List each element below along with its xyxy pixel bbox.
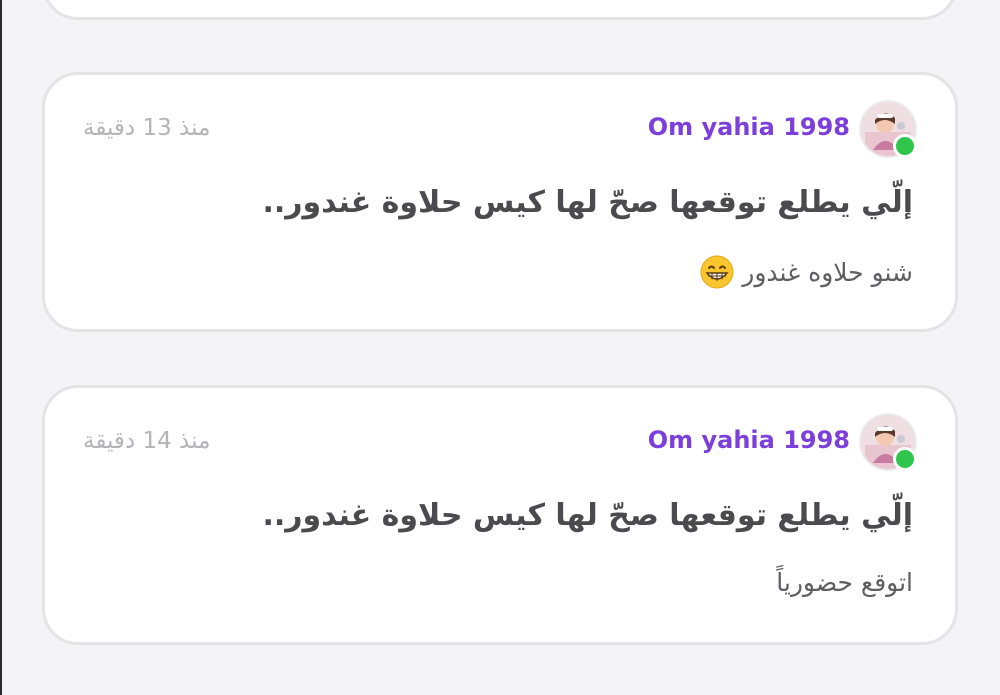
user-avatar[interactable] <box>859 413 917 471</box>
screen-left-edge <box>0 0 2 695</box>
grinning-face-emoji-icon <box>700 255 734 289</box>
comment-text: اتوقع حضورياً <box>776 568 913 597</box>
latest-comment[interactable]: اتوقع حضورياً <box>776 568 913 597</box>
username-link[interactable]: Om yahia 1998 <box>648 113 850 141</box>
online-status-dot <box>893 447 917 471</box>
online-status-dot <box>893 134 917 158</box>
post-title[interactable]: إلّي يطلع توقعها صحّ لها كيس حلاوة غندور… <box>262 185 913 220</box>
latest-comment[interactable]: شنو حلاوه غندور <box>700 255 913 289</box>
previous-post-card-partial[interactable] <box>42 0 958 20</box>
post-timestamp: منذ 13 دقيقة <box>83 115 211 141</box>
comment-text: شنو حلاوه غندور <box>742 257 913 287</box>
username-link[interactable]: Om yahia 1998 <box>648 426 850 454</box>
post-title[interactable]: إلّي يطلع توقعها صحّ لها كيس حلاوة غندور… <box>262 498 913 533</box>
post-card[interactable]: Om yahia 1998 منذ 14 دقيقة إلّي يطلع توق… <box>42 385 958 645</box>
post-timestamp: منذ 14 دقيقة <box>83 428 211 454</box>
post-card[interactable]: Om yahia 1998 منذ 13 دقيقة إلّي يطلع توق… <box>42 72 958 332</box>
user-avatar[interactable] <box>859 100 917 158</box>
